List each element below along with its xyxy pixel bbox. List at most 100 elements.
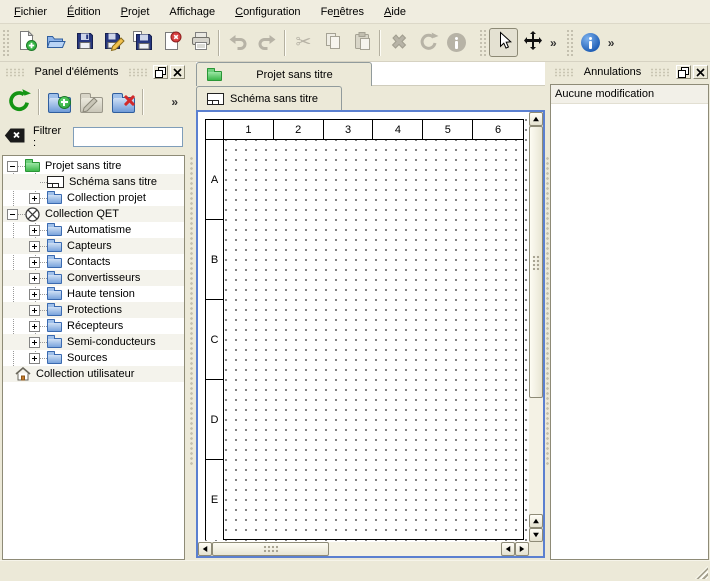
tree-item-haute-tension[interactable]: Haute tension: [3, 286, 184, 302]
toolbar-overflow-button[interactable]: »: [547, 36, 560, 50]
close-file-button[interactable]: [157, 28, 186, 57]
expand-icon[interactable]: [29, 273, 40, 284]
tab-schema-sans-titre[interactable]: Schéma sans titre: [196, 86, 342, 110]
redo-button[interactable]: [252, 28, 281, 57]
tree-item-convertisseurs[interactable]: Convertisseurs: [3, 270, 184, 286]
tree-item-semi-conducteurs[interactable]: Semi-conducteurs: [3, 334, 184, 350]
toolbar-drag-handle[interactable]: [2, 29, 10, 57]
row-header: E: [206, 460, 223, 540]
tree-item-collection-utilisateur[interactable]: Collection utilisateur: [3, 366, 184, 382]
copy-button[interactable]: [318, 28, 347, 57]
expand-icon[interactable]: [29, 225, 40, 236]
toolbar-drag-handle[interactable]: [479, 29, 487, 57]
float-panel-button[interactable]: [676, 65, 691, 79]
horizontal-scrollbar[interactable]: [198, 542, 529, 556]
cut-button[interactable]: ✂: [289, 28, 318, 57]
save-button[interactable]: [70, 28, 99, 57]
vertical-scrollbar[interactable]: [529, 112, 543, 542]
elements-tree-container: Projet sans titre Schéma sans titre Coll…: [2, 155, 185, 560]
tree-item-capteurs[interactable]: Capteurs: [3, 238, 184, 254]
reload-collections-button[interactable]: [3, 86, 35, 118]
save-as-button[interactable]: [99, 28, 128, 57]
undo-panel-titlebar[interactable]: Annulations: [549, 62, 710, 82]
expand-icon[interactable]: [29, 353, 40, 364]
expand-icon[interactable]: [29, 321, 40, 332]
scroll-down-button[interactable]: [529, 528, 543, 542]
folder-icon: [47, 224, 62, 236]
tree-item-recepteurs[interactable]: Récepteurs: [3, 318, 184, 334]
undo-button[interactable]: [223, 28, 252, 57]
open-project-button[interactable]: [41, 28, 70, 57]
about-info-button[interactable]: [576, 28, 605, 57]
move-arrows-icon: [522, 30, 544, 55]
rotate-button[interactable]: [413, 28, 442, 57]
open-folder-icon: [45, 30, 67, 55]
resize-grip[interactable]: [695, 566, 708, 579]
edit-category-button[interactable]: [75, 86, 107, 118]
menu-configuration[interactable]: Configuration: [225, 2, 310, 22]
clear-filter-button[interactable]: [4, 128, 25, 146]
delete-category-button[interactable]: [107, 86, 139, 118]
menu-fichier[interactable]: Fichier: [4, 2, 57, 22]
tree-item-contacts[interactable]: Contacts: [3, 254, 184, 270]
filter-input[interactable]: [73, 127, 183, 147]
element-info-button[interactable]: [442, 28, 471, 57]
close-panel-button[interactable]: [170, 65, 185, 79]
scroll-right-button[interactable]: [515, 542, 529, 556]
expand-icon[interactable]: [29, 305, 40, 316]
menu-edition[interactable]: Édition: [57, 2, 111, 22]
tree-item-schema-sans-titre[interactable]: Schéma sans titre: [3, 174, 184, 190]
horizontal-scroll-track[interactable]: [212, 542, 501, 556]
expand-icon[interactable]: [29, 289, 40, 300]
new-category-button[interactable]: [43, 86, 75, 118]
float-panel-button[interactable]: [153, 65, 168, 79]
save-all-button[interactable]: [128, 28, 157, 57]
tree-item-automatisme[interactable]: Automatisme: [3, 222, 184, 238]
tree-item-sources[interactable]: Sources: [3, 350, 184, 366]
delete-button[interactable]: [384, 28, 413, 57]
menu-projet[interactable]: Projet: [111, 2, 160, 22]
selection-tool-button[interactable]: [489, 28, 518, 57]
diagram-canvas[interactable]: 1 2 3 4 5 6 A B C D E: [198, 112, 529, 542]
undo-history-item[interactable]: Aucune modification: [551, 85, 708, 104]
expand-icon[interactable]: [29, 257, 40, 268]
horizontal-scroll-thumb[interactable]: [212, 542, 329, 556]
new-project-button[interactable]: [12, 28, 41, 57]
scroll-up-button[interactable]: [529, 112, 543, 126]
toolbar-overflow-button[interactable]: »: [605, 36, 618, 50]
tree-item-collection-qet[interactable]: Collection QET: [3, 206, 184, 222]
toolbar-separator: [218, 30, 220, 56]
left-splitter[interactable]: [187, 62, 196, 560]
toolbar-separator: [38, 89, 40, 115]
panel-overflow-button[interactable]: »: [168, 95, 181, 109]
tree-stub: [18, 166, 25, 167]
collapse-icon[interactable]: [7, 161, 18, 172]
menu-aide[interactable]: Aide: [374, 2, 416, 22]
scroll-up-button-2[interactable]: [529, 514, 543, 528]
scroll-left-button-2[interactable]: [501, 542, 515, 556]
up-arrow-icon: [533, 116, 540, 123]
vertical-scroll-track[interactable]: [529, 126, 543, 514]
elements-panel-titlebar[interactable]: Panel d'éléments: [0, 62, 187, 82]
expand-icon[interactable]: [29, 241, 40, 252]
column-header: 5: [423, 120, 473, 139]
vertical-scroll-thumb[interactable]: [529, 126, 543, 398]
menu-affichage[interactable]: Affichage: [159, 2, 225, 22]
paste-button[interactable]: [347, 28, 376, 57]
expand-icon[interactable]: [29, 193, 40, 204]
collapse-icon[interactable]: [7, 209, 18, 220]
move-tool-button[interactable]: [518, 28, 547, 57]
tree-item-collection-projet[interactable]: Collection projet: [3, 190, 184, 206]
scroll-left-button[interactable]: [198, 542, 212, 556]
scrollbar-corner: [529, 542, 543, 556]
print-icon: [190, 30, 212, 55]
tree-item-projet-sans-titre[interactable]: Projet sans titre: [3, 158, 184, 174]
menu-fenetres[interactable]: Fenêtres: [311, 2, 374, 22]
expand-icon[interactable]: [29, 337, 40, 348]
row-header: D: [206, 380, 223, 460]
tree-item-protections[interactable]: Protections: [3, 302, 184, 318]
toolbar-drag-handle[interactable]: [566, 29, 574, 57]
close-panel-button[interactable]: [693, 65, 708, 79]
tab-projet-sans-titre[interactable]: Projet sans titre: [196, 62, 372, 86]
print-button[interactable]: [186, 28, 215, 57]
